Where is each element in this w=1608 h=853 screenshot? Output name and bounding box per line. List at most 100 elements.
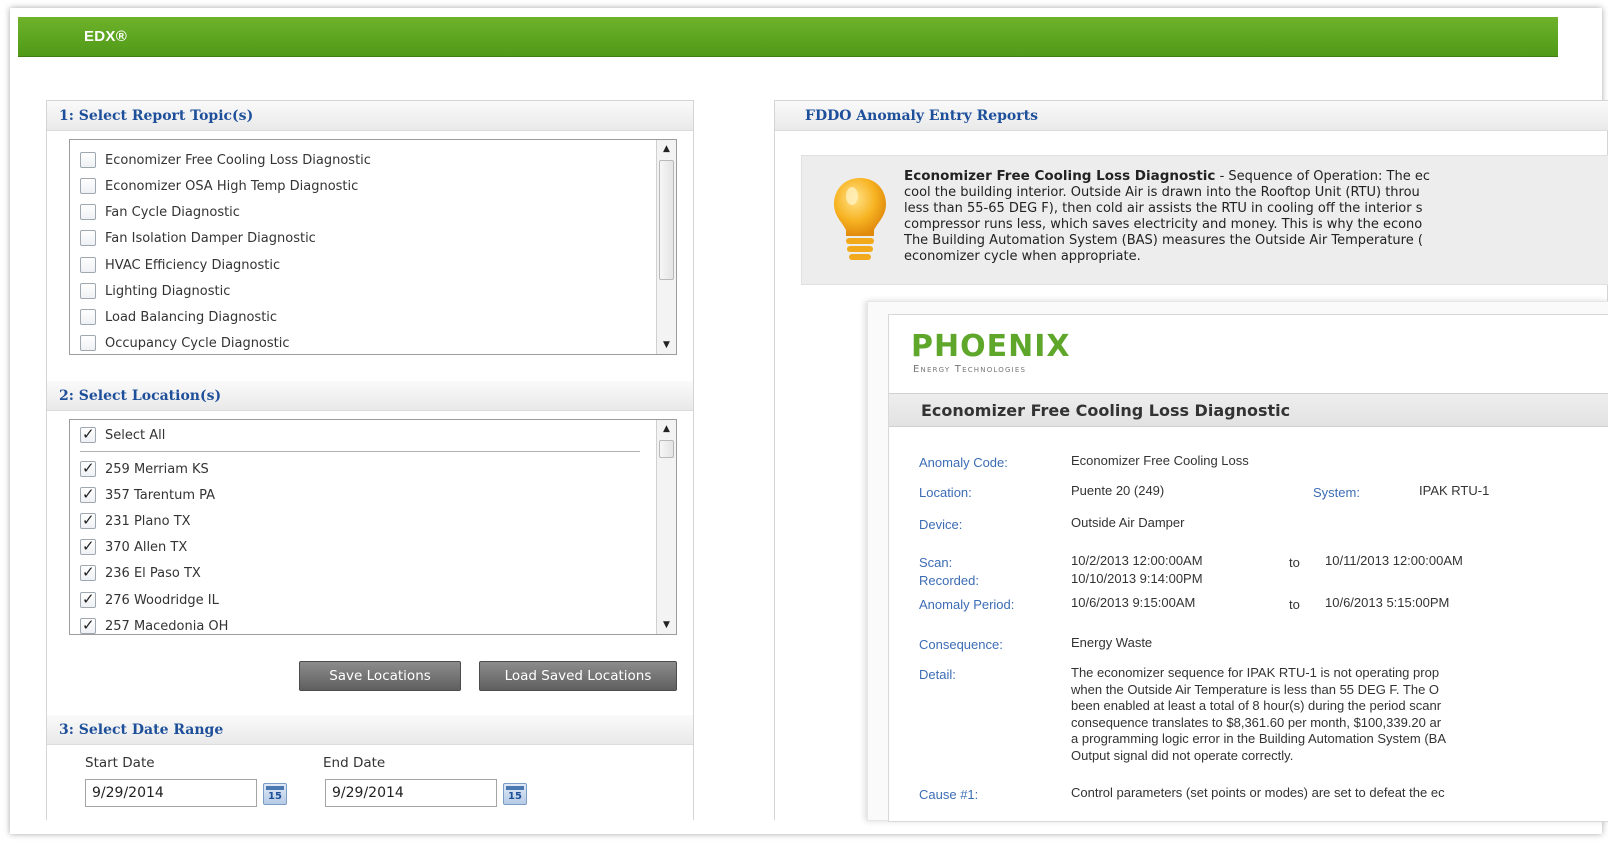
location-label: 357 Tarentum PA xyxy=(105,487,216,503)
detail-label: Detail: xyxy=(919,667,956,682)
topic-item[interactable]: Lighting Diagnostic xyxy=(80,281,230,301)
topic-checkbox[interactable] xyxy=(80,335,96,351)
topic-checkbox[interactable] xyxy=(80,257,96,273)
end-date-input[interactable]: 9/29/2014 xyxy=(325,779,497,807)
calendar-icon[interactable]: 15 xyxy=(503,783,527,805)
topic-checkbox[interactable] xyxy=(80,204,96,220)
topic-label: Fan Isolation Damper Diagnostic xyxy=(105,230,316,246)
topic-item[interactable]: Load Balancing Diagnostic xyxy=(80,307,277,327)
location-item[interactable]: 257 Macedonia OH xyxy=(80,616,229,634)
detail-line: been enabled at least a total of 8 hour(… xyxy=(1071,698,1442,713)
location-label: Location: xyxy=(919,485,972,500)
location-checkbox[interactable] xyxy=(80,485,96,503)
scroll-thumb[interactable] xyxy=(659,440,674,458)
phoenix-logo: PHOENIX xyxy=(911,329,1071,364)
topic-checkbox[interactable] xyxy=(80,309,96,325)
location-label: 276 Woodridge IL xyxy=(105,592,219,608)
scroll-up-arrow-icon[interactable]: ▲ xyxy=(657,140,676,158)
select-all-checkbox[interactable] xyxy=(80,425,96,443)
locations-scrollbar[interactable]: ▲ ▼ xyxy=(656,420,676,634)
location-checkbox[interactable] xyxy=(80,616,96,634)
scroll-down-arrow-icon[interactable]: ▼ xyxy=(657,336,676,354)
topic-label: Economizer Free Cooling Loss Diagnostic xyxy=(105,152,371,168)
cause-label: Cause #1: xyxy=(919,787,979,802)
location-item[interactable]: 259 Merriam KS xyxy=(80,459,209,479)
topic-checkbox[interactable] xyxy=(80,152,96,168)
location-label: 259 Merriam KS xyxy=(105,461,209,477)
topic-item[interactable]: Economizer OSA High Temp Diagnostic xyxy=(80,176,358,196)
topic-checkbox[interactable] xyxy=(80,283,96,299)
location-checkbox[interactable] xyxy=(80,511,96,529)
select-all-item[interactable]: Select All xyxy=(80,425,165,445)
location-checkbox[interactable] xyxy=(80,563,96,581)
topic-description-box: Economizer Free Cooling Loss Diagnostic … xyxy=(801,155,1608,285)
detail-line: consequence translates to $8,361.60 per … xyxy=(1071,714,1442,730)
detail-line: a programming logic error in the Buildin… xyxy=(1071,731,1447,746)
topic-item[interactable]: Fan Isolation Damper Diagnostic xyxy=(80,228,316,248)
period-from-value: 10/6/2013 9:15:00AM xyxy=(1071,595,1196,610)
report-preview: PHOENIX Energy Technologies Economizer F… xyxy=(867,301,1608,822)
topic-description-line: less than 55-65 DEG F), then cold air as… xyxy=(904,201,1423,216)
topic-item[interactable]: Fan Cycle Diagnostic xyxy=(80,202,240,222)
calendar-icon[interactable]: 15 xyxy=(263,783,287,805)
location-item[interactable]: 231 Plano TX xyxy=(80,511,191,531)
location-label: 257 Macedonia OH xyxy=(105,618,229,634)
load-saved-locations-button[interactable]: Load Saved Locations xyxy=(479,661,677,691)
locations-heading: 2: Select Location(s) xyxy=(59,388,222,404)
topic-description-line: compressor runs less, which saves electr… xyxy=(904,217,1423,232)
location-checkbox[interactable] xyxy=(80,537,96,555)
scroll-up-arrow-icon[interactable]: ▲ xyxy=(657,420,676,438)
reports-section-header: FDDO Anomaly Entry Reports xyxy=(775,101,1608,131)
topics-heading: 1: Select Report Topic(s) xyxy=(59,108,254,124)
top-bar: EDX® xyxy=(18,17,1558,57)
system-label: System: xyxy=(1313,485,1360,500)
detail-text: The economizer sequence for IPAK RTU-1 i… xyxy=(1071,665,1608,764)
system-value: IPAK RTU-1 xyxy=(1419,483,1490,498)
topic-item[interactable]: Economizer Free Cooling Loss Diagnostic xyxy=(80,150,371,170)
anomaly-code-label: Anomaly Code: xyxy=(919,455,1008,470)
report-page: PHOENIX Energy Technologies Economizer F… xyxy=(888,314,1608,822)
location-label: 236 El Paso TX xyxy=(105,565,201,581)
scroll-down-arrow-icon[interactable]: ▼ xyxy=(657,616,676,634)
select-all-divider xyxy=(80,451,640,452)
scan-to-value: 10/11/2013 12:00:00AM xyxy=(1325,553,1463,568)
topic-label: Occupancy Cycle Diagnostic xyxy=(105,335,290,351)
location-item[interactable]: 370 Allen TX xyxy=(80,537,187,557)
location-item[interactable]: 276 Woodridge IL xyxy=(80,590,219,610)
topic-description-line: - Sequence of Operation: The ec xyxy=(1215,169,1430,184)
location-checkbox[interactable] xyxy=(80,590,96,608)
location-value: Puente 20 (249) xyxy=(1071,483,1165,498)
location-checkbox[interactable] xyxy=(80,459,96,477)
period-to-word: to xyxy=(1289,597,1300,612)
locations-listbox[interactable]: Select All 259 Merriam KS 357 Tarentum P… xyxy=(69,419,677,635)
topic-checkbox[interactable] xyxy=(80,230,96,246)
topic-description: Economizer Free Cooling Loss Diagnostic … xyxy=(904,168,1608,265)
topics-listbox[interactable]: Economizer Free Cooling Loss Diagnostic … xyxy=(69,139,677,355)
location-item[interactable]: 236 El Paso TX xyxy=(80,563,201,583)
lightbulb-icon xyxy=(834,178,886,260)
scan-from-value: 10/2/2013 12:00:00AM xyxy=(1071,553,1203,568)
report-options-panel: 1: Select Report Topic(s) Economizer Fre… xyxy=(46,100,694,820)
topic-label: HVAC Efficiency Diagnostic xyxy=(105,257,281,273)
consequence-label: Consequence: xyxy=(919,637,1003,652)
topic-item[interactable]: Occupancy Cycle Diagnostic xyxy=(80,333,290,353)
topic-label: Economizer OSA High Temp Diagnostic xyxy=(105,178,359,194)
location-label: 370 Allen TX xyxy=(105,539,188,555)
topic-label: Fan Cycle Diagnostic xyxy=(105,204,240,220)
report-title-bar: Economizer Free Cooling Loss Diagnostic xyxy=(889,393,1608,427)
topics-section-header: 1: Select Report Topic(s) xyxy=(47,101,693,131)
topic-item[interactable]: HVAC Efficiency Diagnostic xyxy=(80,255,280,275)
device-label: Device: xyxy=(919,517,963,532)
save-locations-button[interactable]: Save Locations xyxy=(299,661,461,691)
scan-to-word: to xyxy=(1289,555,1300,570)
topic-description-line: The Building Automation System (BAS) mea… xyxy=(904,233,1423,248)
scroll-thumb[interactable] xyxy=(659,160,674,280)
topics-scrollbar[interactable]: ▲ ▼ xyxy=(656,140,676,354)
dates-heading: 3: Select Date Range xyxy=(59,722,224,738)
start-date-input[interactable]: 9/29/2014 xyxy=(85,779,257,807)
topic-checkbox[interactable] xyxy=(80,178,96,194)
location-label: 231 Plano TX xyxy=(105,513,191,529)
detail-line: Output signal did not operate correctly. xyxy=(1071,747,1294,763)
location-item[interactable]: 357 Tarentum PA xyxy=(80,485,215,505)
recorded-value: 10/10/2013 9:14:00PM xyxy=(1071,571,1203,586)
